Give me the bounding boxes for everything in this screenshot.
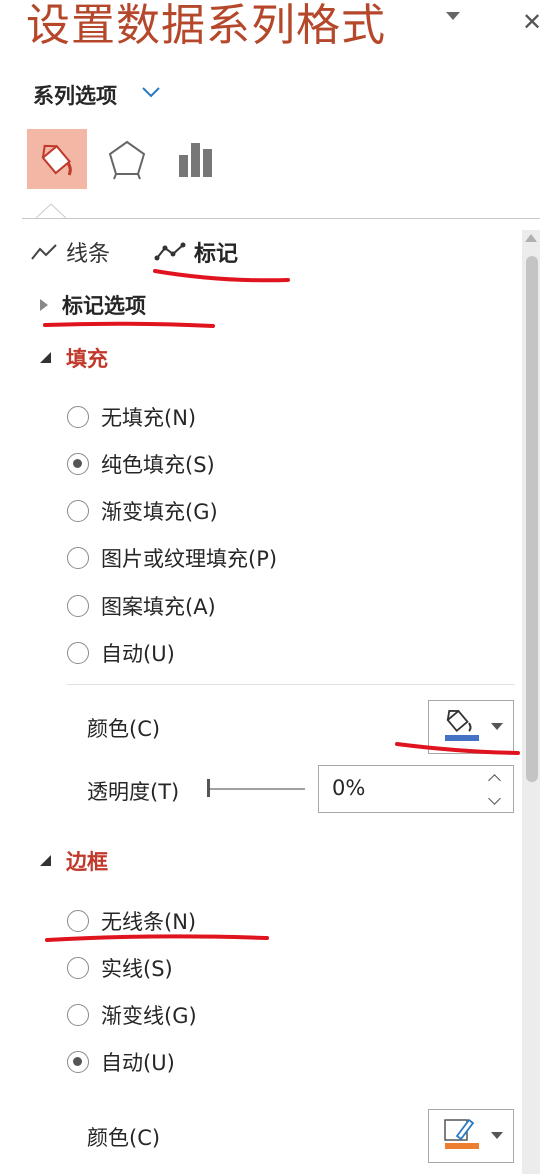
transparency-value[interactable]: 0% <box>332 776 365 800</box>
transparency-spinbox[interactable]: 0% <box>318 765 514 813</box>
radio-label: 渐变填充(G) <box>101 500 218 524</box>
fill-color-swatch <box>445 735 479 741</box>
scroll-up-icon[interactable] <box>525 234 537 242</box>
section-border-label: 边框 <box>66 850 108 874</box>
series-options-dropdown[interactable]: 系列选项 <box>33 80 117 110</box>
subtab-marker-label: 标记 <box>194 242 239 267</box>
radio-label: 自动(U) <box>101 642 175 666</box>
annotation-underline-marker-options <box>43 321 215 328</box>
tab-separator <box>22 218 540 219</box>
transparency-slider-thumb[interactable] <box>207 779 210 797</box>
radio-button-selected[interactable] <box>67 453 89 475</box>
annotation-underline-marker-tab <box>153 269 290 283</box>
pane-options-dropdown-icon[interactable] <box>446 12 460 20</box>
subtab-line-label: 线条 <box>66 242 111 267</box>
radio-button[interactable] <box>67 642 89 664</box>
radio-button[interactable] <box>67 547 89 569</box>
radio-border-none[interactable]: 无线条(N) <box>67 906 196 936</box>
radio-button[interactable] <box>67 1004 89 1026</box>
radio-button-selected[interactable] <box>67 1051 89 1073</box>
section-marker-options-label: 标记选项 <box>62 294 146 318</box>
radio-label: 图案填充(A) <box>101 595 216 619</box>
transparency-label: 透明度(T) <box>87 780 180 804</box>
section-marker-options[interactable]: 标记选项 <box>40 290 146 320</box>
tab-effects[interactable] <box>97 129 157 189</box>
radio-fill-gradient[interactable]: 渐变填充(G) <box>67 496 218 526</box>
tab-series-options[interactable] <box>167 129 227 189</box>
radio-button[interactable] <box>67 910 89 932</box>
collapse-triangle-icon <box>40 352 51 363</box>
border-color-swatch <box>445 1143 479 1149</box>
radio-button[interactable] <box>67 500 89 522</box>
radio-label: 无填充(N) <box>101 406 197 430</box>
line-icon <box>31 244 57 260</box>
radio-button[interactable] <box>67 957 89 979</box>
transparency-slider-track[interactable] <box>210 788 305 790</box>
border-color-picker[interactable] <box>428 1109 514 1163</box>
radio-label: 纯色填充(S) <box>101 453 215 477</box>
radio-fill-auto[interactable]: 自动(U) <box>67 638 175 668</box>
radio-label: 图片或纹理填充(P) <box>101 547 278 571</box>
radio-border-gradient[interactable]: 渐变线(G) <box>67 1000 197 1030</box>
spin-down-icon[interactable] <box>488 792 501 805</box>
radio-fill-none[interactable]: 无填充(N) <box>67 402 196 432</box>
radio-label: 自动(U) <box>101 1051 175 1075</box>
paint-bucket-icon <box>445 709 503 741</box>
section-fill-label: 填充 <box>66 347 108 371</box>
close-icon[interactable]: ✕ <box>522 8 540 36</box>
pen-color-icon <box>444 1118 503 1149</box>
pane-title: 设置数据系列格式 <box>26 0 386 51</box>
effects-pentagon-icon <box>108 140 146 180</box>
radio-border-solid[interactable]: 实线(S) <box>67 953 173 983</box>
radio-fill-solid[interactable]: 纯色填充(S) <box>67 449 215 479</box>
radio-label: 渐变线(G) <box>101 1004 197 1028</box>
tab-fill-line[interactable] <box>27 129 87 189</box>
collapse-triangle-icon <box>40 855 51 866</box>
fill-color-label: 颜色(C) <box>87 717 161 741</box>
annotation-underline-no-line <box>45 934 269 942</box>
radio-button[interactable] <box>67 406 89 428</box>
expand-triangle-icon <box>40 299 48 311</box>
spin-up-icon[interactable] <box>488 774 501 787</box>
radio-fill-pattern[interactable]: 图案填充(A) <box>67 591 216 621</box>
radio-label: 实线(S) <box>101 957 173 981</box>
section-fill[interactable]: 填充 <box>40 343 108 373</box>
border-color-label: 颜色(C) <box>87 1126 161 1150</box>
radio-border-auto[interactable]: 自动(U) <box>67 1047 175 1077</box>
active-tab-caret <box>36 203 66 219</box>
radio-button[interactable] <box>67 595 89 617</box>
radio-label: 无线条(N) <box>101 910 197 934</box>
chevron-down-icon[interactable] <box>141 86 161 98</box>
marker-line-icon <box>154 242 186 261</box>
subtab-marker[interactable]: 标记 <box>154 236 238 268</box>
fill-line-icon <box>41 144 72 176</box>
scrollbar-thumb[interactable] <box>526 256 538 782</box>
subtab-line[interactable]: 线条 <box>30 236 110 268</box>
section-border[interactable]: 边框 <box>40 846 108 876</box>
fill-color-picker[interactable] <box>428 700 514 754</box>
series-options-chart-icon <box>179 143 212 177</box>
radio-fill-picture[interactable]: 图片或纹理填充(P) <box>67 543 277 573</box>
divider <box>67 684 515 685</box>
